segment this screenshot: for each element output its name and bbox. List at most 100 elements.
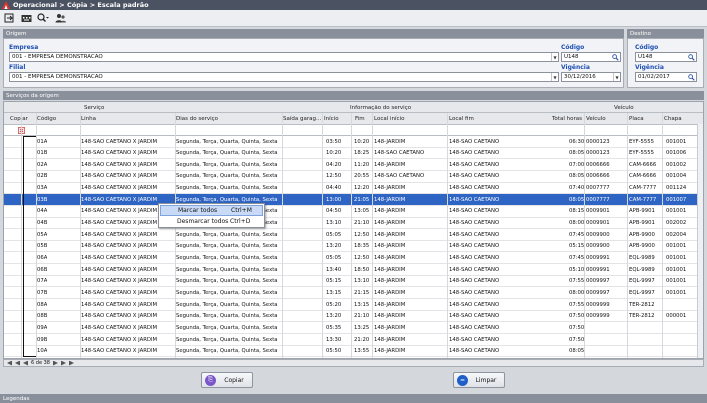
prev-page-icon[interactable] — [15, 360, 20, 366]
destino-vigencia-field[interactable]: 01/02/2017 — [635, 72, 697, 82]
cell-inicio: 05:05 — [326, 255, 342, 261]
last-page-icon[interactable] — [68, 360, 74, 366]
table-row[interactable]: +06A148-SAO CAETANO X JARDIMSegunda, Ter… — [4, 253, 703, 265]
origem-vigencia-field[interactable]: 30/12/2016 ▼ — [561, 72, 621, 82]
cell-inicio: 05:20 — [326, 301, 342, 308]
cell-lf: 148-SAO CAETANO — [449, 220, 500, 227]
cell-codigo: 04B — [37, 220, 48, 227]
vertical-scrollbar[interactable] — [697, 124, 703, 358]
limpar-button[interactable]: ━ Limpar — [453, 372, 505, 388]
chevron-down-icon[interactable]: ▼ — [551, 53, 558, 61]
legendas-bar[interactable]: Legendas — [0, 394, 707, 403]
search-icon[interactable] — [610, 53, 620, 61]
cell-lf: 148-SAO CAETANO — [449, 324, 500, 331]
table-row[interactable]: +09B148-SAO CAETANO X JARDIMSegunda, Ter… — [4, 334, 703, 346]
cell-chapa: 002004 — [666, 231, 687, 238]
grid-pager: 6 de 38 — [3, 359, 704, 367]
cell-veiculo: 0000123 — [586, 150, 610, 157]
table-row[interactable]: +01B148-SAO CAETANO X JARDIMSegunda, Ter… — [4, 148, 703, 160]
col-local-inicio[interactable]: Local início — [374, 113, 404, 125]
col-fim[interactable]: Fim — [355, 113, 365, 125]
table-row[interactable]: +01A148-SAO CAETANO X JARDIMSegunda, Ter… — [4, 136, 703, 148]
cell-linha: 148-SAO CAETANO X JARDIM — [81, 301, 158, 308]
cell-linha: 148-SAO CAETANO X JARDIM — [81, 336, 158, 343]
table-row[interactable]: +05A148-SAO CAETANO X JARDIMSegunda, Ter… — [4, 229, 703, 241]
col-dias[interactable]: Dias do serviço — [176, 113, 218, 125]
table-row[interactable]: +08B148-SAO CAETANO X JARDIMSegunda, Ter… — [4, 311, 703, 323]
export-icon[interactable] — [3, 13, 15, 24]
next-page-icon[interactable] — [60, 360, 66, 366]
table-row[interactable]: +02A148-SAO CAETANO X JARDIMSegunda, Ter… — [4, 159, 703, 171]
cell-dias: Segunda, Terça, Quarta, Quinta, Sexta — [176, 266, 278, 273]
cell-codigo: 04A — [37, 208, 48, 215]
col-codigo[interactable]: Código — [37, 113, 56, 125]
copiar-button[interactable]: ⎘ Copiar — [201, 372, 253, 388]
column-divider — [175, 113, 176, 358]
cell-inicio: 13:15 — [326, 289, 342, 296]
table-row[interactable]: +07A148-SAO CAETANO X JARDIMSegunda, Ter… — [4, 276, 703, 288]
first-page-icon[interactable] — [7, 360, 12, 366]
cell-veiculo: 0009991 — [586, 266, 610, 273]
col-veiculo[interactable]: Veículo — [586, 113, 606, 125]
cell-linha: 148-SAO CAETANO X JARDIM — [81, 231, 158, 238]
table-row[interactable]: +09A148-SAO CAETANO X JARDIMSegunda, Ter… — [4, 322, 703, 335]
cell-codigo: 07B — [37, 289, 48, 296]
cell-codigo: 09B — [37, 336, 48, 343]
table-row[interactable]: +03A148-SAO CAETANO X JARDIMSegunda, Ter… — [4, 183, 703, 195]
cell-dias: Segunda, Terça, Quarta, Quinta, Sexta — [176, 336, 278, 343]
grid-filter-row — [4, 125, 703, 136]
cell-placa: EQL-9997 — [629, 278, 655, 285]
cell-codigo: 02A — [37, 161, 48, 168]
menu-item-marcar-todos[interactable]: Marcar todos Ctrl+M — [160, 205, 263, 216]
table-row[interactable]: +02B148-SAO CAETANO X JARDIMSegunda, Ter… — [4, 171, 703, 183]
cell-chapa: 001007 — [666, 196, 687, 203]
prev-icon[interactable] — [23, 360, 28, 366]
cell-lf: 148-SAO CAETANO — [449, 150, 500, 157]
origem-codigo-field[interactable]: U148 — [561, 52, 621, 62]
table-row[interactable]: +05B148-SAO CAETANO X JARDIMSegunda, Ter… — [4, 241, 703, 253]
cell-total: 07:00 — [569, 161, 585, 168]
cell-linha: 148-SAO CAETANO X JARDIM — [81, 208, 158, 215]
table-row[interactable]: +07B148-SAO CAETANO X JARDIMSegunda, Ter… — [4, 287, 703, 300]
col-copiar[interactable]: Copiar — [10, 113, 28, 125]
cell-li: 148-JARDIM — [374, 255, 406, 261]
search-icon[interactable] — [686, 73, 696, 81]
col-placa[interactable]: Placa — [629, 113, 644, 125]
cell-fim: 21:15 — [354, 289, 370, 296]
search-icon[interactable] — [686, 53, 696, 61]
cell-linha: 148-SAO CAETANO X JARDIM — [81, 173, 158, 180]
cell-placa: CAM-6666 — [629, 173, 657, 180]
search-dropdown-icon[interactable] — [37, 13, 49, 24]
col-chapa[interactable]: Chapa — [664, 113, 682, 125]
empresa-select[interactable]: 001 - EMPRESA DEMONSTRACAO ▼ — [9, 52, 559, 62]
col-linha[interactable]: Linha — [81, 113, 96, 125]
cell-fim: 13:05 — [354, 208, 370, 215]
table-row[interactable]: +08A148-SAO CAETANO X JARDIMSegunda, Ter… — [4, 299, 703, 311]
col-inicio[interactable]: Início — [324, 113, 339, 125]
col-saida[interactable]: Saída garag... — [283, 113, 321, 125]
keyboard-icon[interactable] — [20, 13, 32, 24]
destino-codigo-field[interactable]: U148 — [635, 52, 697, 62]
menu-item-desmarcar-todos[interactable]: Desmarcar todos Ctrl+D — [160, 216, 263, 227]
cell-codigo: 05B — [37, 243, 48, 250]
next-icon[interactable] — [52, 360, 58, 366]
table-row[interactable]: +04A148-SAO CAETANO X JARDIMSegunda, Ter… — [4, 206, 703, 218]
col-total[interactable]: Total horas — [552, 113, 582, 125]
cell-total: 08:00 — [569, 289, 585, 296]
cell-chapa: 001001 — [666, 138, 687, 145]
column-divider — [80, 113, 81, 358]
chevron-down-icon[interactable]: ▼ — [551, 73, 558, 81]
cell-placa: CAM-6666 — [629, 161, 657, 168]
users-icon[interactable] — [54, 13, 66, 24]
cell-dias: Segunda, Terça, Quarta, Quinta, Sexta — [176, 185, 278, 192]
chevron-down-icon[interactable]: ▼ — [613, 73, 620, 81]
cell-linha: 148-SAO CAETANO X JARDIM — [81, 196, 158, 203]
destino-vigencia-value: 01/02/2017 — [638, 74, 670, 80]
cell-total: 05:15 — [569, 243, 585, 250]
table-row[interactable]: +06B148-SAO CAETANO X JARDIMSegunda, Ter… — [4, 264, 703, 276]
table-row[interactable]: +03B148-SAO CAETANO X JARDIMSegunda, Ter… — [4, 194, 703, 206]
table-row[interactable]: +10A148-SAO CAETANO X JARDIMSegunda, Ter… — [4, 346, 703, 358]
col-local-fim[interactable]: Local fim — [449, 113, 474, 125]
filial-select[interactable]: 001 - EMPRESA DEMONSTRACAO ▼ — [9, 72, 559, 82]
table-row[interactable]: +04B148-SAO CAETANO X JARDIMSegunda, Ter… — [4, 218, 703, 230]
